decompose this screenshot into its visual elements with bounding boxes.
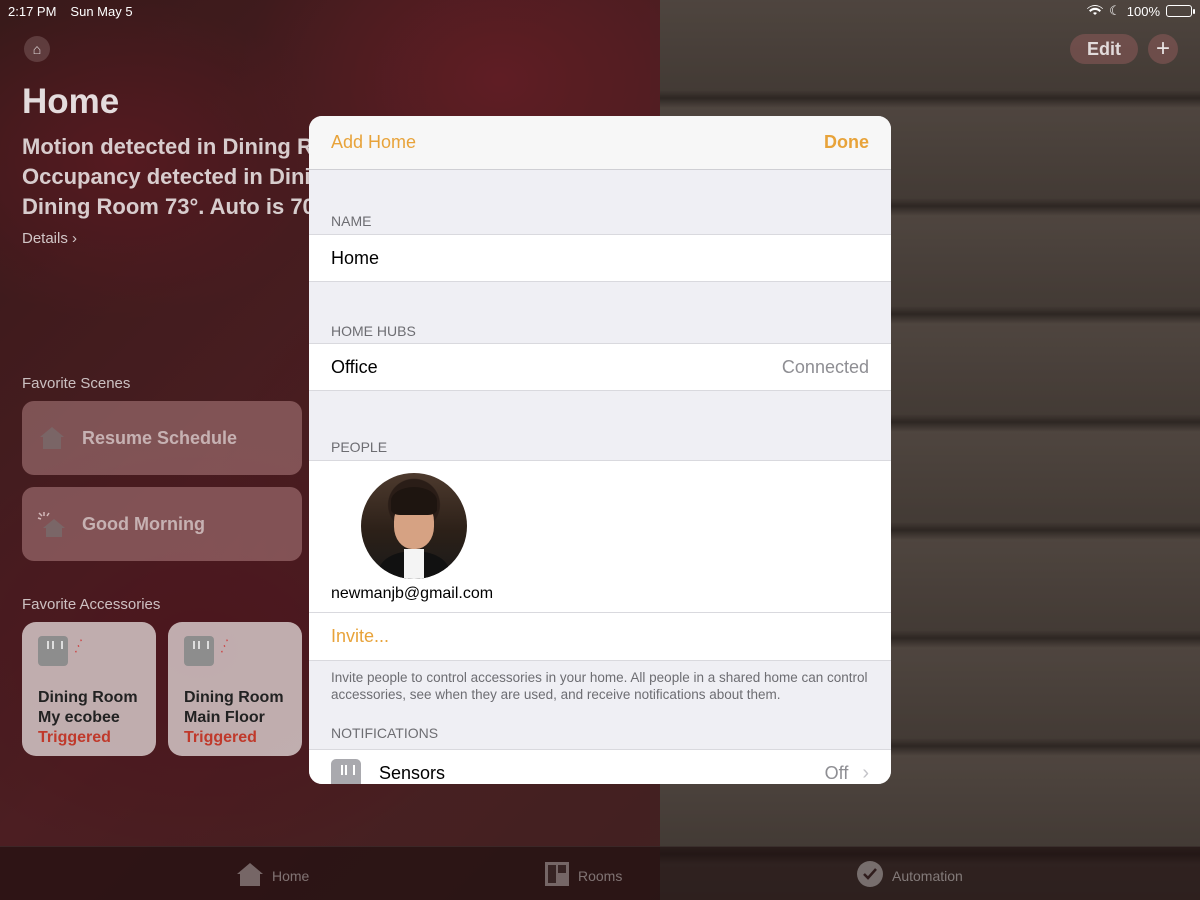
battery-percent: 100% (1126, 3, 1160, 19)
scene-tile-good-morning[interactable]: Good Morning (22, 487, 302, 561)
motion-sensor-icon (38, 636, 68, 666)
house-icon (236, 861, 264, 890)
accessory-status: Triggered (184, 729, 257, 746)
favorite-accessories-label: Favorite Accessories (22, 596, 161, 613)
scene-label: Resume Schedule (82, 427, 238, 448)
accessory-room: Dining Room (38, 689, 138, 706)
page-title: Home (22, 82, 120, 121)
people-list: newmanjb@gmail.com Invite... (309, 460, 891, 661)
person-email: newmanjb@gmail.com (331, 585, 494, 602)
scene-tile-resume-schedule[interactable]: Resume Schedule (22, 401, 302, 475)
accessory-tile-my-ecobee[interactable]: ⋰ Dining Room My ecobee Triggered (22, 622, 156, 756)
summary-line: Occupancy detected in Dining Room (22, 164, 322, 189)
hub-status: Connected (781, 356, 869, 377)
summary-line: Motion detected in Dining Room (22, 134, 322, 159)
avatar (361, 473, 467, 579)
motion-waves-icon: ⋰ (215, 636, 234, 655)
person-row[interactable]: newmanjb@gmail.com (309, 461, 891, 613)
notification-row-sensors[interactable]: Sensors Off › (309, 749, 891, 784)
done-button[interactable]: Done (824, 132, 869, 153)
add-button[interactable]: + (1148, 34, 1178, 64)
accessory-room: Dining Room (184, 689, 284, 706)
summary-line: Dining Room 73°. Auto is 70–78° (22, 194, 322, 219)
people-footnote: Invite people to control accessories in … (331, 670, 868, 702)
tab-automation[interactable]: Automation (856, 860, 963, 891)
tab-label: Home (272, 867, 310, 884)
sensor-icon (331, 758, 361, 784)
status-date: Sun May 5 (70, 3, 133, 19)
moon-icon: ☾ (1109, 3, 1121, 18)
hub-name: Office (331, 356, 378, 377)
tab-rooms[interactable]: Rooms (544, 861, 622, 890)
status-right: ☾ 100% (1087, 3, 1195, 19)
notification-value: Off (824, 763, 849, 783)
notification-label: Sensors (379, 763, 446, 783)
people-section-label: PEOPLE (331, 439, 388, 455)
battery-icon (1166, 5, 1195, 17)
invite-button[interactable]: Invite... (309, 613, 891, 661)
accessory-tile-main-floor[interactable]: ⋰ Dining Room Main Floor Triggered (168, 622, 302, 756)
notifications-section-label: NOTIFICATIONS (331, 725, 439, 741)
scene-label: Good Morning (82, 513, 205, 534)
add-home-sheet: Add Home Done NAME Home HOME HUBS Office… (309, 116, 891, 784)
tab-home[interactable]: Home (236, 861, 309, 890)
motion-sensor-icon (184, 636, 214, 666)
home-summary: Motion detected in Dining Room Occupancy… (22, 132, 322, 222)
home-name-value: Home (331, 247, 380, 268)
accessory-status: Triggered (38, 729, 111, 746)
accessory-name: My ecobee (38, 709, 120, 726)
motion-waves-icon: ⋰ (69, 636, 88, 655)
chevron-right-icon: › (862, 762, 869, 784)
tab-bar: Home Rooms Automation (0, 846, 1200, 900)
sunrise-house-icon (36, 509, 68, 539)
clock-check-icon (856, 860, 884, 891)
status-time: 2:17 PM (8, 3, 57, 19)
home-hubs-section-label: HOME HUBS (331, 323, 416, 339)
home-location-button[interactable]: ⌂ (24, 36, 50, 62)
accessory-name: Main Floor (184, 709, 265, 726)
tab-label: Automation (892, 867, 963, 884)
rooms-icon (544, 861, 570, 890)
home-name-field[interactable]: Home (309, 234, 891, 282)
house-icon: ⌂ (32, 41, 42, 57)
wifi-icon (1087, 4, 1104, 19)
name-section-label: NAME (331, 213, 372, 229)
plus-icon: + (1155, 35, 1170, 62)
details-link[interactable]: Details › (22, 230, 77, 247)
hub-row-office[interactable]: Office Connected (309, 343, 891, 391)
favorite-scenes-label: Favorite Scenes (22, 375, 131, 392)
sheet-title: Add Home (331, 132, 417, 152)
tab-label: Rooms (578, 867, 623, 884)
edit-button[interactable]: Edit (1070, 34, 1138, 64)
house-icon (36, 423, 68, 453)
sheet-header: Add Home Done (309, 116, 891, 170)
status-bar: 2:17 PM Sun May 5 ☾ 100% (0, 0, 1200, 22)
